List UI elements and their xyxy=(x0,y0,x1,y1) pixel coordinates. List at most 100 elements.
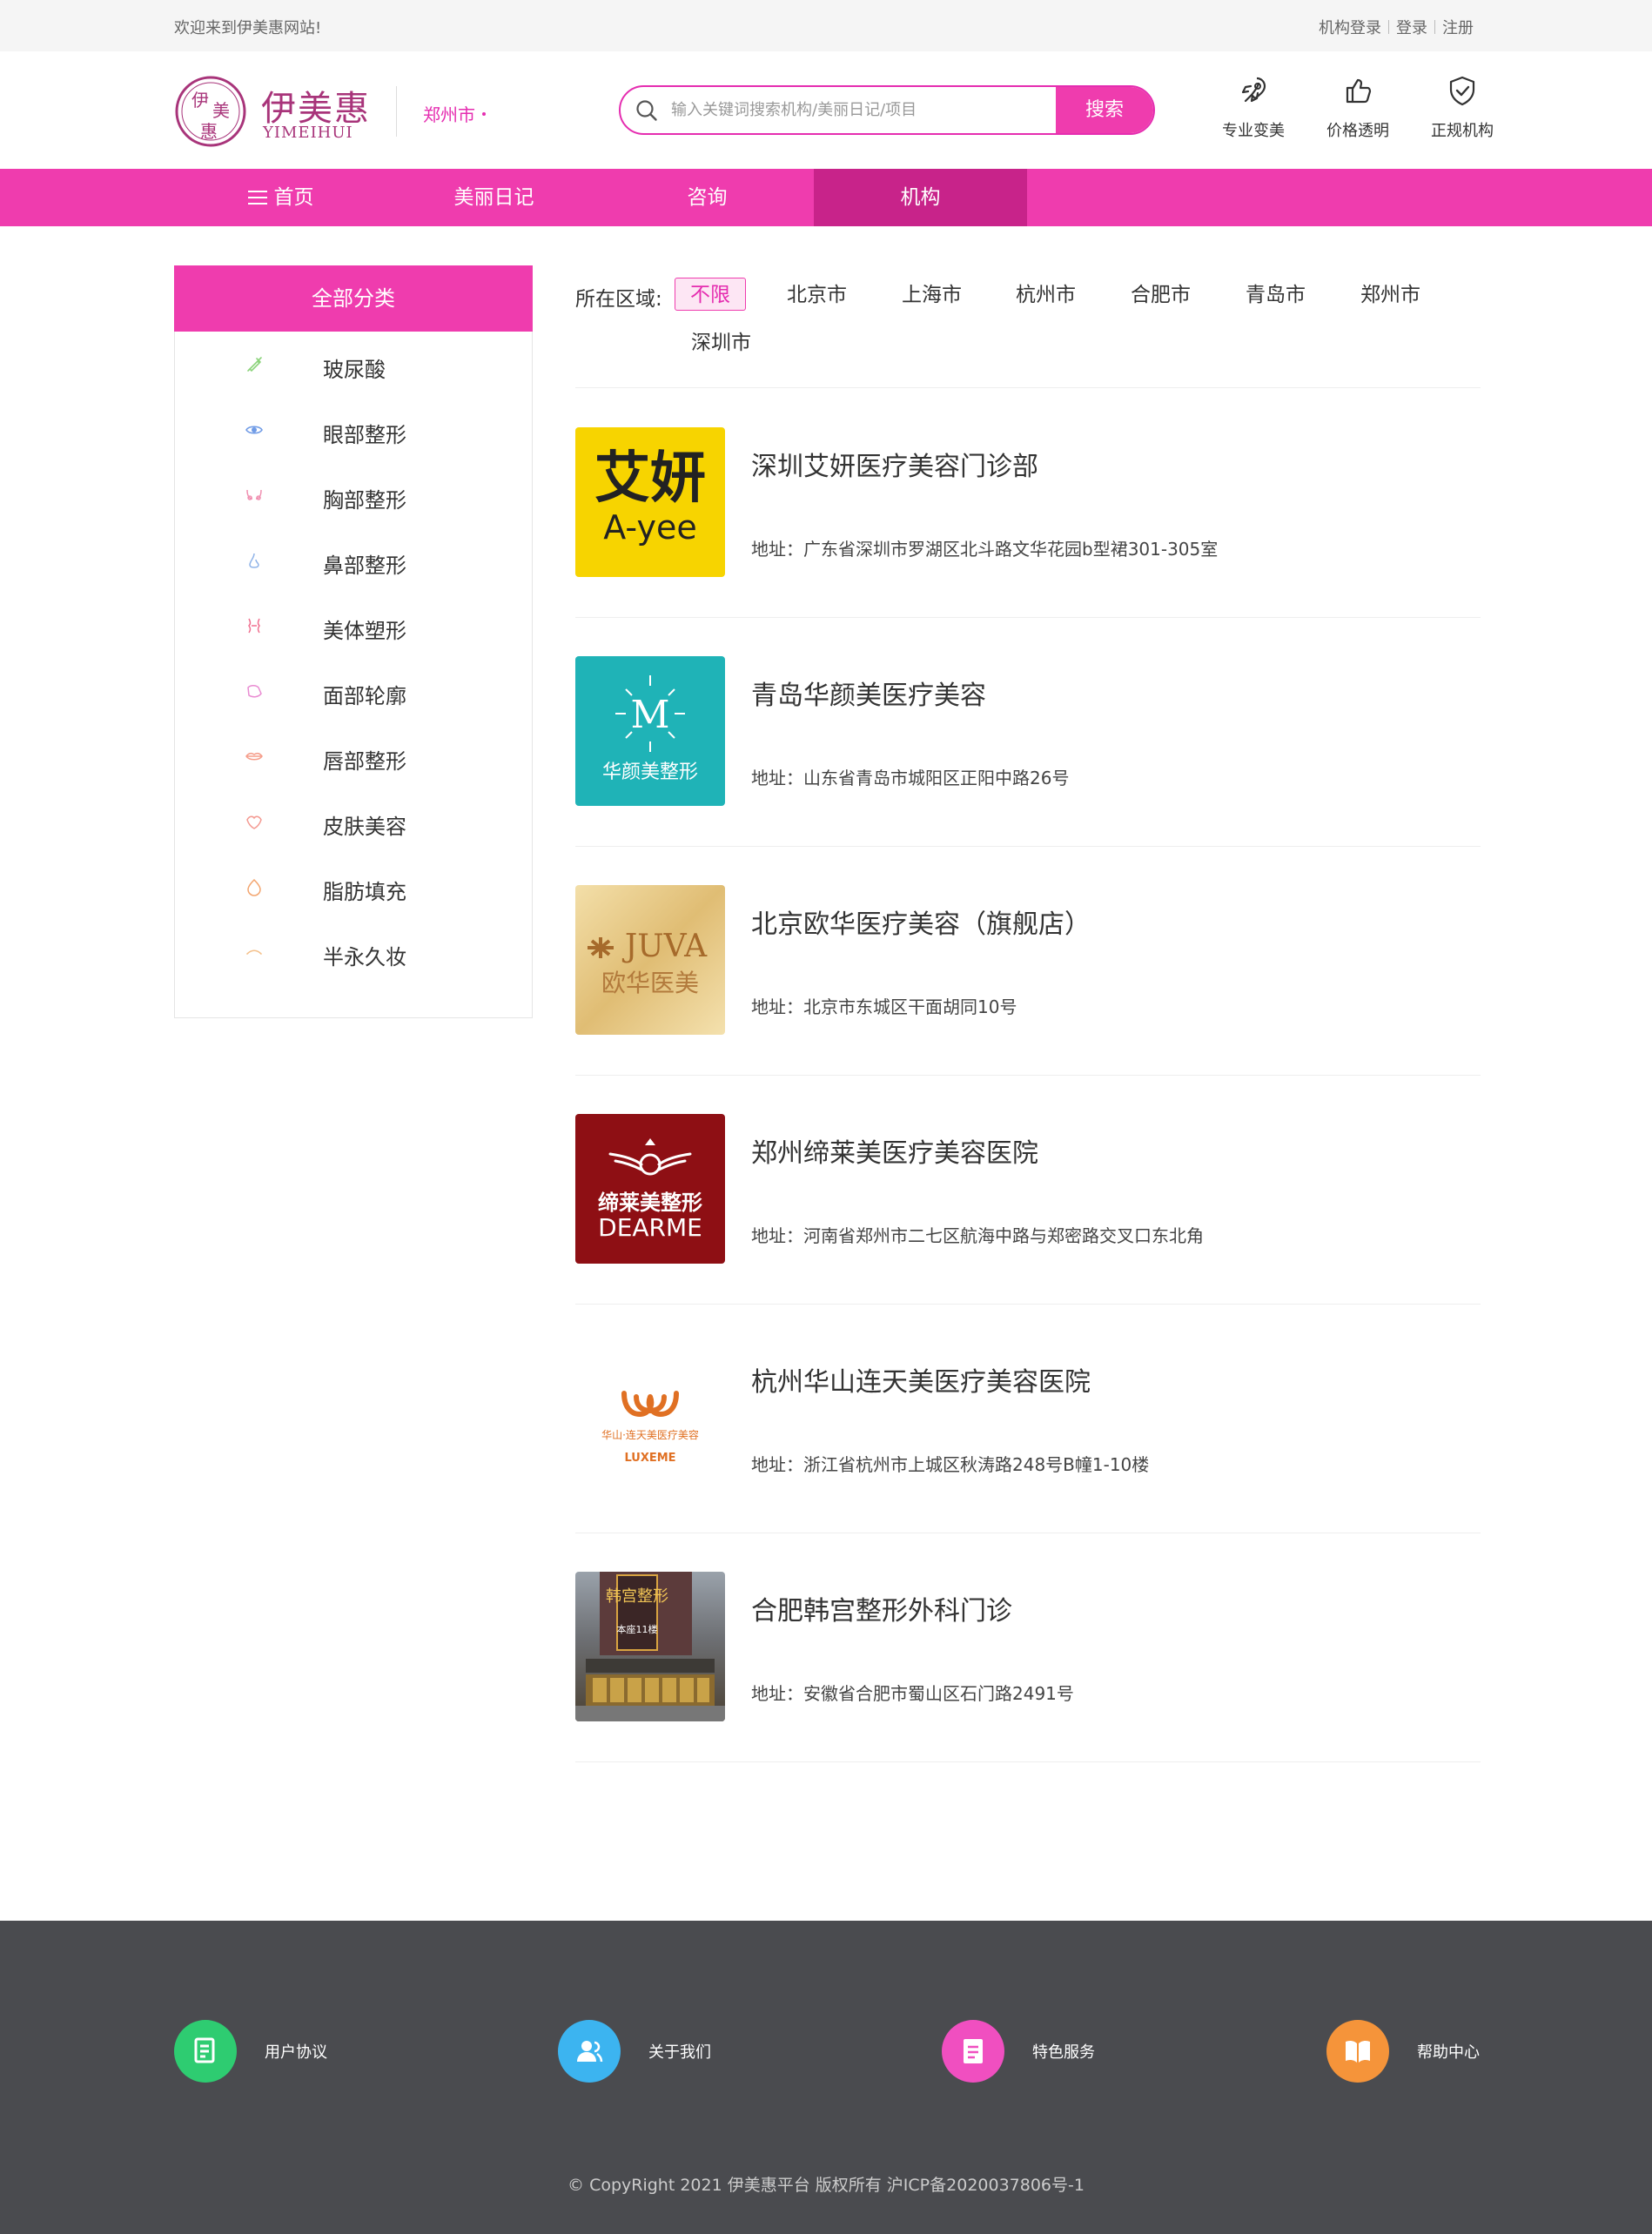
category-item-skin[interactable]: 皮肤美容 xyxy=(175,788,532,854)
nav-item-home[interactable]: 首页 xyxy=(174,169,387,226)
logo-subtext: YIMEIHUI xyxy=(263,124,353,142)
top-bar: 欢迎来到伊美惠网站! 机构登录 登录 注册 xyxy=(0,0,1652,51)
logo-line: 韩宫整形 xyxy=(606,1587,668,1606)
search-bar: 搜索 xyxy=(619,85,1155,135)
category-item-chest[interactable]: 胸部整形 xyxy=(175,462,532,527)
category-item-eye[interactable]: 眼部整形 xyxy=(175,397,532,462)
institution-card[interactable]: M 华颜美整形 青岛华颜美医疗美容 地址：山东省青岛市城阳区正阳中路26号 xyxy=(575,618,1481,847)
login-link[interactable]: 登录 xyxy=(1396,16,1427,38)
category-label: 半永久妆 xyxy=(323,945,406,969)
region-option-hangzhou[interactable]: 杭州市 xyxy=(1016,278,1076,312)
footer-link-about[interactable]: 关于我们 xyxy=(558,2020,711,2083)
institution-card[interactable]: 缔莱美整形 DEARME 郑州缔莱美医疗美容医院 地址：河南省郑州市二七区航海中… xyxy=(575,1076,1481,1305)
footer-link-label: 帮助中心 xyxy=(1417,2043,1480,2062)
region-option-beijing[interactable]: 北京市 xyxy=(787,278,847,312)
logo-mark-char: 美 xyxy=(212,100,230,121)
brow-icon xyxy=(246,949,262,955)
region-option-all[interactable]: 不限 xyxy=(675,278,746,311)
institution-card[interactable]: 华山·连天美医疗美容 LUXEME 杭州华山连天美医疗美容医院 地址：浙江省杭州… xyxy=(575,1305,1481,1533)
users-icon xyxy=(558,2020,621,2083)
book-icon xyxy=(1326,2020,1389,2083)
lips-icon xyxy=(245,752,263,761)
footer-link-help[interactable]: 帮助中心 xyxy=(1326,2020,1480,2083)
category-item-body[interactable]: 美体塑形 xyxy=(175,593,532,658)
rocket-icon xyxy=(1241,77,1266,103)
org-login-link[interactable]: 机构登录 xyxy=(1319,16,1381,38)
institution-name[interactable]: 深圳艾妍医疗美容门诊部 xyxy=(751,445,1038,483)
sidebar-title: 全部分类 xyxy=(174,265,533,332)
institution-name[interactable]: 杭州华山连天美医疗美容医院 xyxy=(751,1360,1091,1399)
logo-line: 缔莱美整形 xyxy=(598,1191,702,1215)
category-item-fat[interactable]: 脂肪填充 xyxy=(175,854,532,919)
institution-name[interactable]: 合肥韩宫整形外科门诊 xyxy=(751,1589,1012,1627)
institution-logo: 缔莱美整形 DEARME xyxy=(575,1114,725,1264)
body-icon xyxy=(248,618,260,634)
juva-logo-icon: JUVA 欧华医美 xyxy=(588,929,708,997)
nav-item-diary[interactable]: 美丽日记 xyxy=(387,169,601,226)
region-filter: 所在区域: 不限 北京市 上海市 杭州市 合肥市 青岛市 郑州市 深圳市 xyxy=(575,264,1481,388)
logo-mark-icon: 伊 美 惠 xyxy=(175,76,246,147)
category-label: 面部轮廓 xyxy=(323,684,406,708)
nav-label: 机构 xyxy=(900,186,941,209)
category-label: 眼部整形 xyxy=(323,423,406,447)
category-label: 皮肤美容 xyxy=(323,815,406,839)
institution-card[interactable]: 韩宫整形 本座11楼 合肥韩宫整形外科门诊 地址：安徽省合肥市蜀山区石门路249… xyxy=(575,1533,1481,1762)
category-item-lips[interactable]: 唇部整形 xyxy=(175,723,532,788)
institution-card[interactable]: JUVA 欧华医美 北京欧华医疗美容（旗舰店） 地址：北京市东城区干面胡同10号 xyxy=(575,847,1481,1076)
institution-address: 地址：河南省郑州市二七区航海中路与郑密路交叉口东北角 xyxy=(751,1225,1204,1246)
institution-card[interactable]: 艾妍 A-yee 深圳艾妍医疗美容门诊部 地址：广东省深圳市罗湖区北斗路文华花园… xyxy=(575,389,1481,618)
nav-item-consult[interactable]: 咨询 xyxy=(601,169,814,226)
divider xyxy=(1434,20,1435,34)
category-sidebar: 全部分类 玻尿酸 眼部整形 胸部整形 鼻部整形 美体塑形 面部轮廓 唇部整形 皮… xyxy=(174,265,533,1018)
category-item-makeup[interactable]: 半永久妆 xyxy=(175,919,532,984)
search-input[interactable] xyxy=(671,87,1054,133)
institution-logo: JUVA 欧华医美 xyxy=(575,885,725,1035)
logo-mark-char: 伊 xyxy=(191,90,209,111)
thumbs-up-icon xyxy=(1346,78,1372,104)
region-option-shanghai[interactable]: 上海市 xyxy=(902,278,962,312)
institution-address: 地址：北京市东城区干面胡同10号 xyxy=(751,996,1017,1017)
city-selector[interactable]: 郑州市 xyxy=(423,101,486,126)
region-option-hefei[interactable]: 合肥市 xyxy=(1131,278,1191,312)
category-label: 胸部整形 xyxy=(323,488,406,513)
region-option-qingdao[interactable]: 青岛市 xyxy=(1246,278,1306,312)
logo-line: 欧华医美 xyxy=(601,969,699,997)
chest-icon xyxy=(246,489,262,500)
category-list: 玻尿酸 眼部整形 胸部整形 鼻部整形 美体塑形 面部轮廓 唇部整形 皮肤美容 脂… xyxy=(175,332,532,984)
category-label: 美体塑形 xyxy=(323,619,406,643)
institution-name[interactable]: 青岛华颜美医疗美容 xyxy=(751,674,986,712)
feature-regular[interactable]: 正规机构 xyxy=(1410,73,1514,141)
nav-item-institutions[interactable]: 机构 xyxy=(814,169,1027,226)
search-button[interactable]: 搜索 xyxy=(1056,87,1153,133)
institution-logo: 韩宫整形 本座11楼 xyxy=(575,1572,725,1721)
divider xyxy=(1388,20,1389,34)
category-item-hyaluronic[interactable]: 玻尿酸 xyxy=(175,332,532,397)
feature-price[interactable]: 价格透明 xyxy=(1306,73,1410,141)
ayee-logo-icon: 艾妍 A-yee xyxy=(594,446,706,547)
hangong-building-icon: 韩宫整形 本座11楼 xyxy=(575,1572,725,1721)
feature-label: 价格透明 xyxy=(1326,122,1389,140)
logo-line: 华颜美整形 xyxy=(602,761,698,783)
logo-line: JUVA xyxy=(621,929,708,964)
eye-icon xyxy=(245,426,263,434)
footer-link-user-agreement[interactable]: 用户协议 xyxy=(174,2020,327,2083)
huayan-logo-icon: M 华颜美整形 xyxy=(602,675,698,783)
institution-name[interactable]: 北京欧华医疗美容（旗舰店） xyxy=(751,902,1091,941)
institution-logo: M 华颜美整形 xyxy=(575,656,725,806)
region-option-shenzhen[interactable]: 深圳市 xyxy=(691,326,751,359)
category-item-nose[interactable]: 鼻部整形 xyxy=(175,527,532,593)
feature-badges: 专业变美 价格透明 正规机构 xyxy=(1201,73,1514,141)
nav-label: 美丽日记 xyxy=(453,186,534,209)
menu-icon xyxy=(247,191,267,205)
site-logo[interactable]: 伊 美 惠 伊美惠 YIMEIHUI xyxy=(174,75,393,148)
top-links: 机构登录 登录 注册 xyxy=(1319,16,1474,38)
feature-professional[interactable]: 专业变美 xyxy=(1201,73,1306,141)
region-option-zhengzhou[interactable]: 郑州市 xyxy=(1360,278,1420,312)
main-nav: 首页 美丽日记 咨询 机构 xyxy=(0,169,1652,226)
institution-name[interactable]: 郑州缔莱美医疗美容医院 xyxy=(751,1131,1038,1170)
institution-address: 地址：山东省青岛市城阳区正阳中路26号 xyxy=(751,768,1070,788)
footer-link-services[interactable]: 特色服务 xyxy=(942,2020,1095,2083)
register-link[interactable]: 注册 xyxy=(1442,16,1474,38)
category-label: 脂肪填充 xyxy=(323,880,406,904)
category-item-face[interactable]: 面部轮廓 xyxy=(175,658,532,723)
